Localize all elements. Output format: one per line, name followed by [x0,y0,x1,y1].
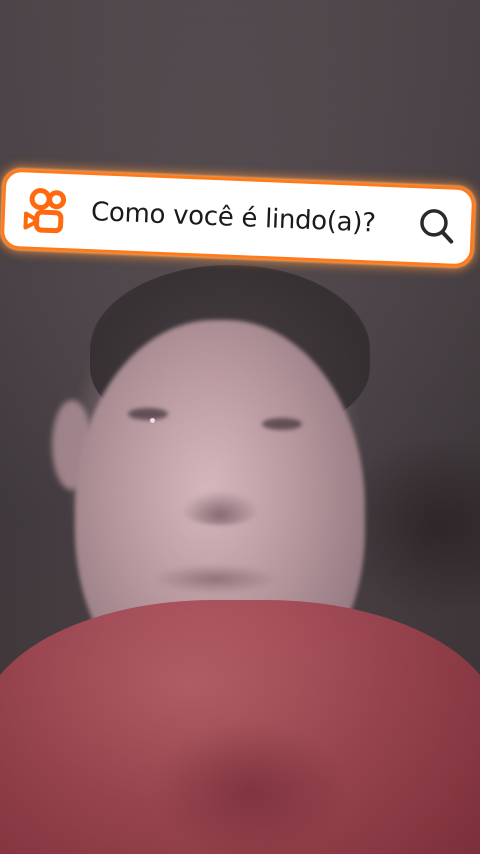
search-query-text: Como você é lindo(a)? [90,197,377,239]
camera-feed: Como você é lindo(a)? [0,0,480,854]
magnifier-icon[interactable] [416,205,458,247]
kwai-camera-logo-icon [23,188,67,234]
person-right-eye [262,418,302,430]
search-bar-sticker[interactable]: Como você é lindo(a)? [0,168,476,268]
person-left-eye [128,408,168,420]
person-nose [180,490,260,525]
eye-glint [150,418,155,423]
person-mouth [155,565,275,593]
shirt-shadow [150,720,350,854]
